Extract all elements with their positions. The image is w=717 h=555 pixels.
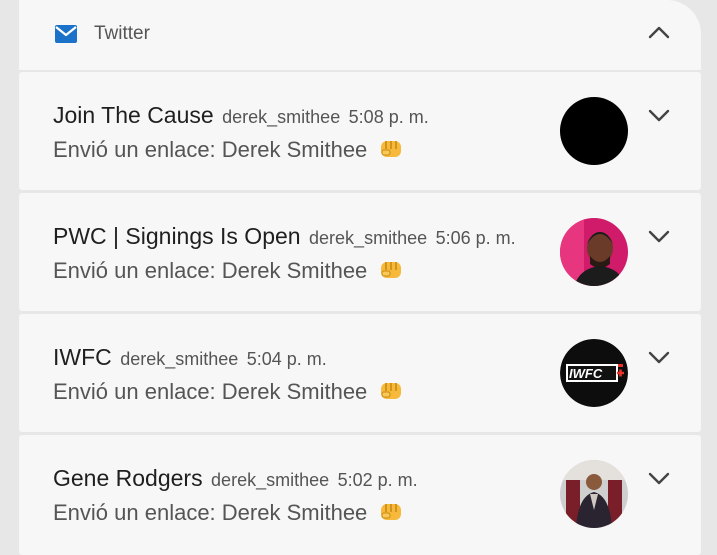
notification-item[interactable]: Gene Rodgers derek_smithee 5:02 p. m. En…: [19, 435, 701, 555]
app-name: Twitter: [94, 23, 150, 44]
fist-emoji-icon: [381, 262, 402, 278]
notification-header: PWC | Signings Is Open derek_smithee 5:0…: [53, 222, 516, 254]
fist-emoji-icon: [381, 141, 402, 157]
notification-body-text: Envió un enlace: Derek Smithee: [53, 258, 368, 283]
notification-title: IWFC: [53, 344, 112, 370]
notification-group-twitter: Twitter Join The Cause derek_smithee 5:0…: [19, 0, 701, 555]
notification-item[interactable]: PWC | Signings Is Open derek_smithee 5:0…: [19, 193, 701, 311]
notification-header: Gene Rodgers derek_smithee 5:02 p. m.: [53, 464, 418, 496]
notification-title: PWC | Signings Is Open: [53, 223, 301, 249]
notification-body: Envió un enlace: Derek Smithee: [53, 136, 403, 164]
notification-time: 5:02 p. m.: [337, 470, 418, 490]
chevron-down-icon[interactable]: [646, 344, 672, 370]
chevron-down-icon[interactable]: [646, 223, 672, 249]
notification-body-text: Envió un enlace: Derek Smithee: [53, 137, 368, 162]
notification-item[interactable]: IWFC derek_smithee 5:04 p. m. Envió un e…: [19, 314, 701, 432]
fist-emoji-icon: [381, 504, 402, 520]
mail-icon: [55, 25, 77, 43]
notification-item[interactable]: Join The Cause derek_smithee 5:08 p. m. …: [19, 72, 701, 190]
fist-emoji-icon: [381, 383, 402, 399]
chevron-down-icon[interactable]: [646, 102, 672, 128]
avatar: [560, 97, 628, 165]
notification-header: IWFC derek_smithee 5:04 p. m.: [53, 343, 327, 375]
avatar: IWFC: [560, 339, 628, 407]
avatar: [560, 460, 628, 528]
avatar: [560, 218, 628, 286]
notification-handle: derek_smithee: [222, 107, 341, 127]
notification-handle: derek_smithee: [120, 349, 239, 369]
notification-body-text: Envió un enlace: Derek Smithee: [53, 500, 368, 525]
chevron-down-icon[interactable]: [646, 465, 672, 491]
group-header[interactable]: Twitter: [19, 0, 701, 70]
notification-body-text: Envió un enlace: Derek Smithee: [53, 379, 368, 404]
notification-time: 5:08 p. m.: [348, 107, 429, 127]
notification-body: Envió un enlace: Derek Smithee: [53, 499, 403, 527]
notification-handle: derek_smithee: [309, 228, 428, 248]
notification-header: Join The Cause derek_smithee 5:08 p. m.: [53, 101, 429, 133]
notification-title: Gene Rodgers: [53, 465, 203, 491]
notification-handle: derek_smithee: [211, 470, 330, 490]
notification-body: Envió un enlace: Derek Smithee: [53, 257, 403, 285]
notification-title: Join The Cause: [53, 102, 214, 128]
iwfc-logo-text: IWFC: [569, 366, 603, 381]
chevron-up-icon[interactable]: [646, 20, 672, 46]
notification-body: Envió un enlace: Derek Smithee: [53, 378, 403, 406]
notification-time: 5:06 p. m.: [435, 228, 516, 248]
notification-time: 5:04 p. m.: [246, 349, 327, 369]
